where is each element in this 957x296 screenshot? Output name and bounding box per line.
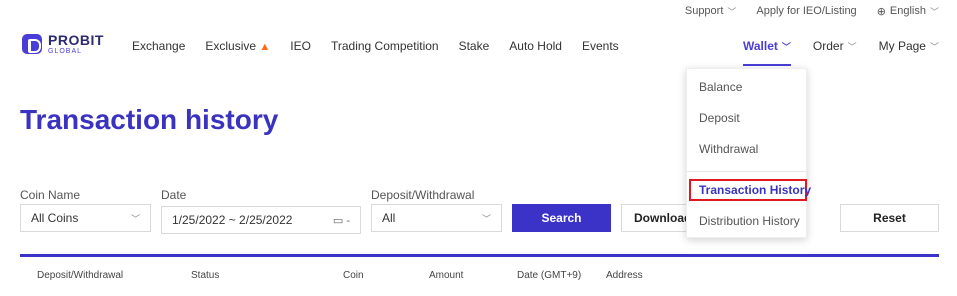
chevron-down-icon: ﹀ bbox=[929, 41, 939, 52]
apply-listing-link[interactable]: Apply for IEO/Listing bbox=[756, 5, 856, 17]
coin-select-value: All Coins bbox=[31, 211, 79, 225]
chevron-down-icon: ﹀ bbox=[727, 6, 737, 17]
nav-trading-competition[interactable]: Trading Competition bbox=[331, 39, 439, 53]
date-range-picker[interactable]: 1/25/2022 ~ 2/25/2022 ▭ - bbox=[161, 206, 361, 234]
probit-logo-icon bbox=[22, 34, 42, 54]
nav-stake[interactable]: Stake bbox=[459, 39, 490, 53]
col-address: Address bbox=[606, 270, 643, 281]
coin-name-label: Coin Name bbox=[20, 188, 81, 202]
nav-auto-hold[interactable]: Auto Hold bbox=[509, 39, 562, 53]
nav-exclusive[interactable]: Exclusive ▲ bbox=[205, 39, 270, 53]
coin-select[interactable]: All Coins ﹀ bbox=[20, 204, 151, 232]
nav-my-page-label: My Page bbox=[878, 39, 926, 53]
table-divider bbox=[20, 254, 939, 257]
reset-button[interactable]: Reset bbox=[840, 204, 939, 232]
language-selector[interactable]: ⊕ English ﹀ bbox=[877, 5, 939, 18]
nav-my-page[interactable]: My Page ﹀ bbox=[879, 39, 939, 53]
menu-item-deposit[interactable]: Deposit bbox=[699, 111, 740, 125]
col-status: Status bbox=[191, 270, 220, 281]
fire-icon: ▲ bbox=[259, 41, 271, 53]
nav-wallet[interactable]: Wallet ﹀ bbox=[743, 39, 791, 66]
logo-sub-text: GLOBAL bbox=[48, 48, 83, 55]
deposit-withdrawal-value: All bbox=[382, 211, 396, 225]
nav-exclusive-label: Exclusive bbox=[205, 39, 257, 53]
nav-links: Exchange Exclusive ▲ IEO Trading Competi… bbox=[132, 39, 619, 53]
apply-label: Apply for IEO/Listing bbox=[756, 5, 857, 17]
chevron-down-icon: ﹀ bbox=[130, 213, 140, 224]
col-date: Date (GMT+9) bbox=[517, 270, 582, 281]
deposit-withdrawal-label: Deposit/Withdrawal bbox=[371, 188, 475, 202]
nav-exchange[interactable]: Exchange bbox=[132, 39, 185, 53]
support-label: Support bbox=[684, 5, 724, 17]
menu-item-balance[interactable]: Balance bbox=[699, 80, 742, 94]
language-label: English bbox=[889, 5, 926, 17]
nav-events[interactable]: Events bbox=[582, 39, 619, 53]
table-header: Deposit/Withdrawal Status Coin Amount Da… bbox=[0, 270, 957, 290]
nav-ieo[interactable]: IEO bbox=[290, 39, 311, 53]
menu-item-distribution-history[interactable]: Distribution History bbox=[699, 214, 800, 228]
utility-bar: Support ﹀ Apply for IEO/Listing ⊕ Englis… bbox=[0, 0, 957, 22]
wallet-dropdown-menu: Balance Deposit Withdrawal Transaction H… bbox=[686, 68, 811, 238]
chevron-down-icon: ﹀ bbox=[781, 41, 791, 52]
chevron-down-icon: ﹀ bbox=[847, 41, 857, 52]
chevron-down-icon: ﹀ bbox=[929, 6, 939, 17]
support-menu[interactable]: Support ﹀ bbox=[685, 5, 737, 18]
col-deposit-withdrawal: Deposit/Withdrawal bbox=[37, 270, 124, 281]
nav-order[interactable]: Order ﹀ bbox=[813, 39, 857, 53]
main-navbar: PROBIT GLOBAL Exchange Exclusive ▲ IEO T… bbox=[0, 27, 957, 67]
search-button[interactable]: Search bbox=[512, 204, 611, 232]
menu-divider bbox=[687, 171, 806, 172]
menu-item-withdrawal[interactable]: Withdrawal bbox=[699, 142, 758, 156]
menu-item-transaction-history[interactable]: Transaction History bbox=[699, 183, 811, 197]
probit-logo[interactable]: PROBIT GLOBAL bbox=[22, 33, 104, 55]
date-range-value: 1/25/2022 ~ 2/25/2022 bbox=[172, 213, 293, 227]
nav-wallet-label: Wallet bbox=[743, 39, 778, 53]
chevron-down-icon: ﹀ bbox=[481, 213, 491, 224]
globe-icon: ⊕ bbox=[876, 5, 886, 18]
col-amount: Amount bbox=[429, 270, 464, 281]
logo-main-text: PROBIT bbox=[48, 32, 104, 48]
nav-order-label: Order bbox=[812, 39, 844, 53]
col-coin: Coin bbox=[343, 270, 364, 281]
calendar-icon: ▭ - bbox=[332, 214, 350, 227]
nav-right: Wallet ﹀ Order ﹀ My Page ﹀ bbox=[743, 39, 939, 66]
date-label: Date bbox=[161, 188, 187, 202]
deposit-withdrawal-select[interactable]: All ﹀ bbox=[371, 204, 502, 232]
page-title: Transaction history bbox=[20, 104, 279, 135]
